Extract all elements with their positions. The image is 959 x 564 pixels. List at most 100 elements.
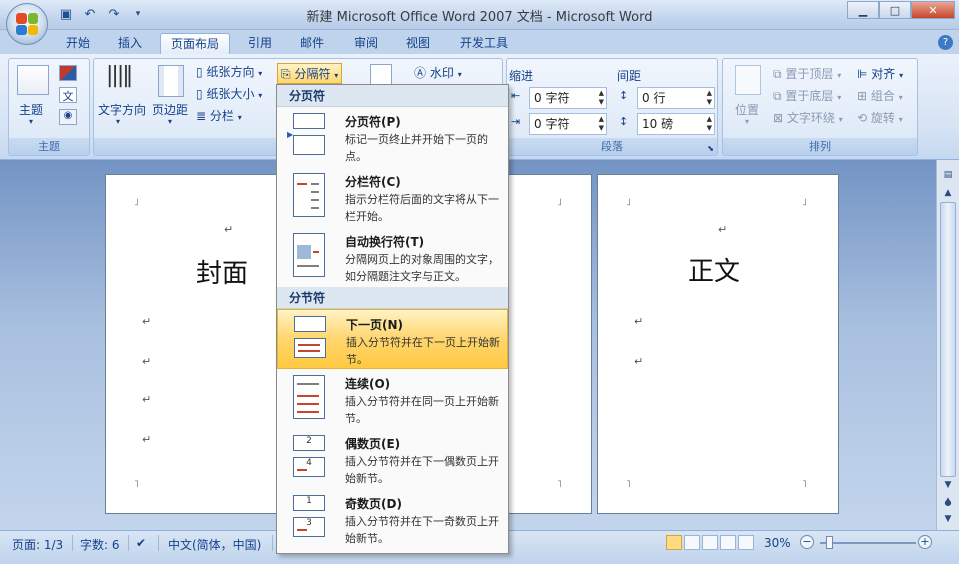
text-direction-icon[interactable]: |||‖ — [106, 63, 133, 88]
indent-left-icon: ⇤ — [511, 89, 521, 102]
themes-icon[interactable] — [17, 65, 49, 95]
page3-heading[interactable]: 正文 — [688, 251, 740, 288]
breaks-button[interactable]: ⎘ 分隔符 ▾ — [277, 63, 343, 84]
draft-view-icon[interactable] — [738, 535, 754, 550]
spinner-arrows-icon[interactable]: ▲ ▼ — [707, 89, 712, 107]
maximize-button[interactable]: □ — [879, 1, 911, 19]
tab-mailings[interactable]: 邮件 — [290, 33, 334, 54]
text-wrap-button[interactable]: ⊠ 文字环绕 ▾ — [773, 109, 843, 126]
crop-mark: ˥ — [134, 479, 139, 490]
page-count[interactable]: 页面: 1/3 — [12, 536, 63, 553]
menu-item-next-page[interactable]: 下一页(N) 插入分节符并在下一页上开始新节。 — [277, 309, 508, 369]
position-button[interactable]: 位置 — [735, 101, 759, 118]
zoom-slider-thumb[interactable] — [826, 536, 833, 549]
menu-item-page-break[interactable]: ▶ 分页符(P) 标记一页终止并开始下一页的点。 — [277, 107, 508, 167]
breaks-dropdown-menu: 分页符 ▶ 分页符(P) 标记一页终止并开始下一页的点。 分栏符(C) 指示分栏… — [276, 84, 509, 554]
tab-references[interactable]: 引用 — [238, 33, 282, 54]
page-3[interactable]: ˩ ˩ ↵ 正文 ↵ ↵ ˥ ˥ — [597, 174, 839, 514]
margins-button[interactable]: 页边距 — [152, 101, 188, 118]
rotate-label: 旋转 — [870, 111, 895, 125]
menu-item-desc: 标记一页终止并开始下一页的点。 — [345, 133, 488, 163]
menu-item-odd-page[interactable]: 1 3 奇数页(D) 插入分节符并在下一奇数页上开始新节。 — [277, 489, 508, 549]
menu-item-desc: 插入分节符并在下一偶数页上开始新节。 — [345, 455, 499, 485]
indent-left-input[interactable]: 0 字符 ▲ ▼ — [529, 87, 607, 109]
vertical-scrollbar[interactable]: ▤ ▲ ▼ ▲ ● ▼ — [936, 160, 959, 530]
menu-item-title: 奇数页(D) — [345, 497, 402, 511]
menu-item-column-break[interactable]: 分栏符(C) 指示分栏符后面的文字将从下一栏开始。 — [277, 167, 508, 227]
menu-item-desc: 插入分节符并在下一页上开始新节。 — [346, 336, 500, 366]
orientation-button[interactable]: ▯ 纸张方向 ▾ — [196, 63, 262, 80]
menu-item-even-page[interactable]: 2 4 偶数页(E) 插入分节符并在下一偶数页上开始新节。 — [277, 429, 508, 489]
scroll-down-icon[interactable]: ▼ — [941, 480, 955, 492]
tab-review[interactable]: 审阅 — [344, 33, 388, 54]
align-button[interactable]: ⊫ 对齐 ▾ — [857, 65, 903, 82]
themes-button[interactable]: 主题 — [19, 101, 43, 118]
page1-heading[interactable]: 封面 — [196, 253, 248, 290]
position-dropdown-icon[interactable]: ▾ — [745, 117, 749, 126]
theme-colors-icon[interactable] — [59, 65, 77, 81]
group-button[interactable]: ⊞ 组合 ▾ — [857, 87, 903, 104]
indent-right-input[interactable]: 0 字符 ▲ ▼ — [529, 113, 607, 135]
scroll-thumb[interactable] — [940, 202, 956, 477]
menu-item-text-wrapping-break[interactable]: 自动换行符(T) 分隔网页上的对象周围的文字，如分隔题注文字与正文。 — [277, 227, 508, 287]
close-button[interactable]: ✕ — [911, 1, 955, 19]
zoom-slider-track[interactable] — [820, 542, 916, 544]
tab-insert[interactable]: 插入 — [108, 33, 152, 54]
bring-front-button[interactable]: ⧉ 置于顶层 ▾ — [773, 65, 841, 82]
text-direction-button[interactable]: 文字方向 — [98, 101, 146, 118]
size-button[interactable]: ▯ 纸张大小 ▾ — [196, 85, 262, 102]
web-layout-icon[interactable] — [702, 535, 718, 550]
tab-developer[interactable]: 开发工具 — [450, 33, 518, 54]
columns-button[interactable]: ≣ 分栏 ▾ — [196, 107, 242, 124]
spinner-arrows-icon[interactable]: ▲ ▼ — [707, 115, 712, 133]
next-page-icon[interactable]: ▼ — [941, 514, 955, 526]
theme-effects-icon[interactable]: ◉ — [59, 109, 77, 125]
arrange-group: 位置 ▾ ⧉ 置于顶层 ▾ ⧉ 置于底层 ▾ ⊠ 文字环绕 ▾ ⊫ 对齐 ▾ ⊞… — [722, 58, 918, 156]
text-wrap-icon: ⊠ — [773, 111, 784, 125]
page-1[interactable]: ˩ ↵ 封面 ↵ ↵ ↵ ↵ ˥ — [105, 174, 285, 514]
help-icon[interactable]: ? — [938, 35, 953, 50]
spinner-arrows-icon[interactable]: ▲ ▼ — [599, 89, 604, 107]
window-controls: ▁ □ ✕ — [847, 1, 955, 19]
office-button[interactable] — [6, 3, 48, 45]
text-direction-dropdown-icon[interactable]: ▾ — [116, 117, 120, 126]
menu-item-continuous[interactable]: 连续(O) 插入分节符并在同一页上开始新节。 — [277, 369, 508, 429]
ruler-toggle-icon[interactable]: ▤ — [941, 170, 955, 182]
zoom-out-icon[interactable]: − — [800, 535, 814, 549]
zoom-in-icon[interactable]: + — [918, 535, 932, 549]
crop-mark: ˩ — [626, 197, 631, 208]
text-wrapping-break-icon — [289, 233, 327, 277]
dialog-launcher-icon[interactable]: ⬊ — [707, 144, 714, 153]
select-browse-object-icon[interactable]: ● — [941, 498, 955, 510]
spacing-before-input[interactable]: 0 行 ▲ ▼ — [637, 87, 715, 109]
menu-item-desc: 指示分栏符后面的文字将从下一栏开始。 — [345, 193, 499, 223]
outline-view-icon[interactable] — [720, 535, 736, 550]
menu-item-title: 分页符(P) — [345, 115, 401, 129]
bring-front-label: 置于顶层 — [785, 67, 834, 81]
theme-fonts-icon[interactable]: 文 — [59, 87, 77, 103]
spacing-after-input[interactable]: 10 磅 ▲ ▼ — [637, 113, 715, 135]
send-back-button[interactable]: ⧉ 置于底层 ▾ — [773, 87, 841, 104]
language-indicator[interactable]: 中文(简体，中国) — [168, 536, 261, 553]
word-count[interactable]: 字数: 6 — [80, 536, 120, 553]
full-screen-reading-icon[interactable] — [684, 535, 700, 550]
scroll-up-icon[interactable]: ▲ — [941, 188, 955, 200]
proofing-icon[interactable]: ✔ — [136, 536, 146, 550]
indent-label: 缩进 — [509, 69, 534, 83]
position-icon[interactable] — [735, 65, 761, 95]
page-2[interactable]: ˩ ˥ — [500, 174, 592, 514]
tab-home[interactable]: 开始 — [56, 33, 100, 54]
rotate-button[interactable]: ⟲ 旋转 ▾ — [857, 109, 903, 126]
zoom-level[interactable]: 30% — [764, 536, 791, 550]
watermark-button[interactable]: Ⓐ 水印 ▾ — [414, 64, 462, 81]
minimize-button[interactable]: ▁ — [847, 1, 879, 19]
margins-dropdown-icon[interactable]: ▾ — [168, 117, 172, 126]
tab-page-layout[interactable]: 页面布局 — [160, 33, 231, 54]
themes-group: 主题 ▾ 文 ◉ 主题 — [8, 58, 90, 156]
spinner-arrows-icon[interactable]: ▲ ▼ — [599, 115, 604, 133]
size-label: 纸张大小 — [206, 87, 255, 101]
margins-icon[interactable] — [158, 65, 184, 97]
print-layout-view-icon[interactable] — [666, 535, 682, 550]
tab-view[interactable]: 视图 — [396, 33, 440, 54]
themes-dropdown-icon[interactable]: ▾ — [29, 117, 33, 126]
